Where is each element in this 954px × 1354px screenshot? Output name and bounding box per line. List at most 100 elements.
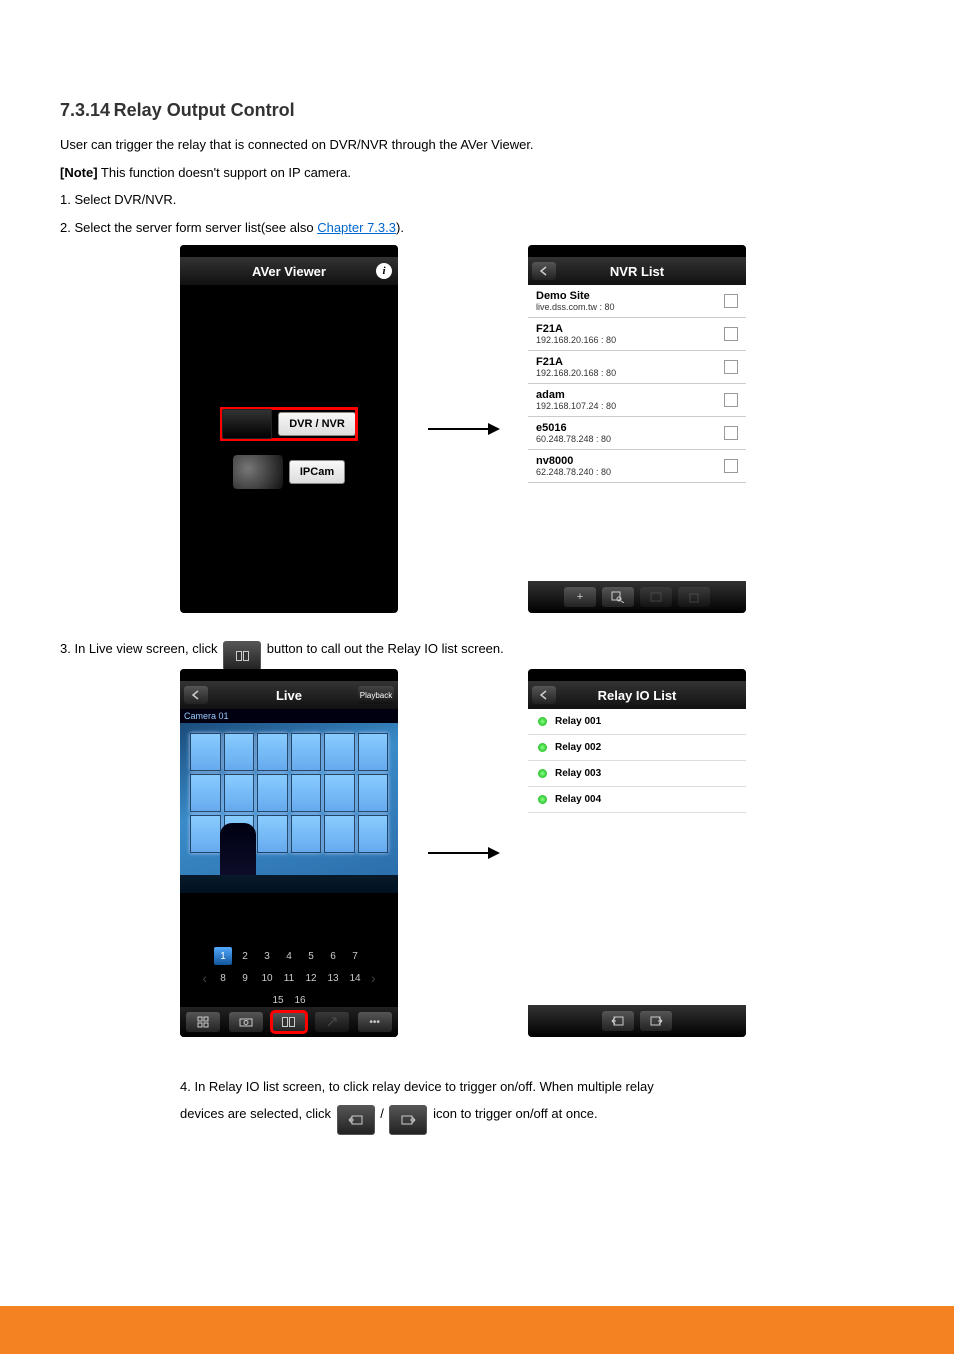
status-dot-icon (538, 795, 547, 804)
channel-button[interactable]: 2 (236, 947, 254, 965)
channel-button[interactable]: 3 (258, 947, 276, 965)
relay-title: Relay IO List (598, 688, 677, 703)
screenshot-live-view: Live Playback Camera 01 ‹ 12345678910111… (180, 669, 398, 1037)
relay-list-item[interactable]: Relay 001 (528, 709, 746, 735)
more-button[interactable]: ••• (358, 1012, 392, 1032)
channel-button[interactable]: 9 (236, 969, 254, 987)
nvr-list-item[interactable]: Demo Sitelive.dss.com.tw : 80 (528, 285, 746, 318)
video-feed[interactable] (180, 723, 398, 893)
server-address: 60.248.78.248 : 80 (536, 434, 611, 444)
nvr-list-item[interactable]: e501660.248.78.248 : 80 (528, 417, 746, 450)
channel-button[interactable]: 1 (214, 947, 232, 965)
step-3: 3. In Live view screen, click button to … (60, 633, 894, 663)
nvr-list-title: NVR List (610, 264, 664, 279)
arrow-icon (428, 428, 498, 430)
delete-button (678, 587, 710, 607)
screenshot-aver-viewer: AVer Viewer i DVR / NVR IPCam (180, 245, 398, 613)
dvr-image (222, 409, 272, 439)
relay-name: Relay 004 (555, 794, 601, 805)
relay-name: Relay 003 (555, 768, 601, 779)
back-button[interactable] (532, 686, 556, 704)
relay-list-item[interactable]: Relay 003 (528, 761, 746, 787)
relay-io-button[interactable] (272, 1012, 306, 1032)
back-button[interactable] (532, 262, 556, 280)
dvr-label: DVR / NVR (278, 412, 356, 436)
checkbox[interactable] (724, 393, 738, 407)
channel-button[interactable]: 11 (280, 969, 298, 987)
channel-button[interactable]: 10 (258, 969, 276, 987)
live-title: Live (276, 688, 302, 703)
checkbox[interactable] (724, 327, 738, 341)
screenshot-relay-io-list: Relay IO List Relay 001 Relay 002 Relay 00… (528, 669, 746, 1037)
arrow-icon (428, 852, 498, 854)
search-button[interactable] (602, 587, 634, 607)
status-dot-icon (538, 769, 547, 778)
channel-button[interactable]: 14 (346, 969, 364, 987)
server-name: Demo Site (536, 290, 615, 302)
next-channels[interactable]: › (369, 970, 378, 986)
trigger-off-icon (389, 1105, 427, 1135)
nvr-list-item[interactable]: nv800062.248.78.240 : 80 (528, 450, 746, 483)
back-button[interactable] (184, 686, 208, 704)
nvr-list-item[interactable]: adam192.168.107.24 : 80 (528, 384, 746, 417)
ptz-button[interactable] (315, 1012, 349, 1032)
relay-list-item[interactable]: Relay 002 (528, 735, 746, 761)
nvr-list-item[interactable]: F21A192.168.20.168 : 80 (528, 351, 746, 384)
relay-name: Relay 001 (555, 716, 601, 727)
channel-button[interactable]: 7 (346, 947, 364, 965)
bottom-toolbar (528, 1005, 746, 1037)
channel-button[interactable]: 12 (302, 969, 320, 987)
grid-view-button[interactable] (186, 1012, 220, 1032)
intro-text: User can trigger the relay that is conne… (60, 135, 894, 155)
checkbox[interactable] (724, 360, 738, 374)
nvr-list-item[interactable]: F21A192.168.20.166 : 80 (528, 318, 746, 351)
chapter-link[interactable]: Chapter 7.3.3 (317, 220, 396, 235)
channel-button[interactable]: 6 (324, 947, 342, 965)
channel-button[interactable]: 5 (302, 947, 320, 965)
relay-io-icon (223, 641, 261, 671)
channel-button[interactable]: 13 (324, 969, 342, 987)
channel-button[interactable]: 8 (214, 969, 232, 987)
server-name: e5016 (536, 422, 611, 434)
note-text: This function doesn't support on IP came… (98, 165, 351, 180)
checkbox[interactable] (724, 426, 738, 440)
relay-list-item[interactable]: Relay 004 (528, 787, 746, 813)
prev-channels[interactable]: ‹ (200, 970, 209, 986)
relay-name: Relay 002 (555, 742, 601, 753)
page-footer (0, 1306, 954, 1354)
dvr-nvr-button[interactable]: DVR / NVR (222, 409, 356, 439)
trigger-off-all-button[interactable] (640, 1011, 672, 1031)
channel-button[interactable]: 4 (280, 947, 298, 965)
note-label: [Note] (60, 165, 98, 180)
checkbox[interactable] (724, 459, 738, 473)
channel-button[interactable]: 15 (269, 991, 287, 1009)
server-address: live.dss.com.tw : 80 (536, 302, 615, 312)
server-address: 192.168.107.24 : 80 (536, 401, 616, 411)
status-bar (528, 669, 746, 681)
server-address: 192.168.20.166 : 80 (536, 335, 616, 345)
info-icon[interactable]: i (376, 263, 392, 279)
title-bar: Relay IO List (528, 681, 746, 709)
snapshot-button[interactable] (229, 1012, 263, 1032)
trigger-on-all-button[interactable] (602, 1011, 634, 1031)
server-name: F21A (536, 356, 616, 368)
title-bar: Live Playback (180, 681, 398, 709)
add-button[interactable]: + (564, 587, 596, 607)
step-2: 2. Select the server form server list(se… (60, 218, 894, 238)
title-bar: AVer Viewer i (180, 257, 398, 285)
ipcam-button[interactable]: IPCam (233, 455, 345, 489)
app-title: AVer Viewer (252, 264, 326, 279)
status-bar (528, 245, 746, 257)
checkbox[interactable] (724, 294, 738, 308)
trigger-on-icon (337, 1105, 375, 1135)
screenshot-nvr-list: NVR List Demo Sitelive.dss.com.tw : 80F2… (528, 245, 746, 613)
camera-label: Camera 01 (180, 709, 398, 723)
server-name: adam (536, 389, 616, 401)
status-bar (180, 245, 398, 257)
server-name: F21A (536, 323, 616, 335)
status-dot-icon (538, 717, 547, 726)
playback-button[interactable]: Playback (358, 686, 394, 704)
section-title-text: Relay Output Control (114, 100, 295, 120)
server-address: 192.168.20.168 : 80 (536, 368, 616, 378)
channel-button[interactable]: 16 (291, 991, 309, 1009)
